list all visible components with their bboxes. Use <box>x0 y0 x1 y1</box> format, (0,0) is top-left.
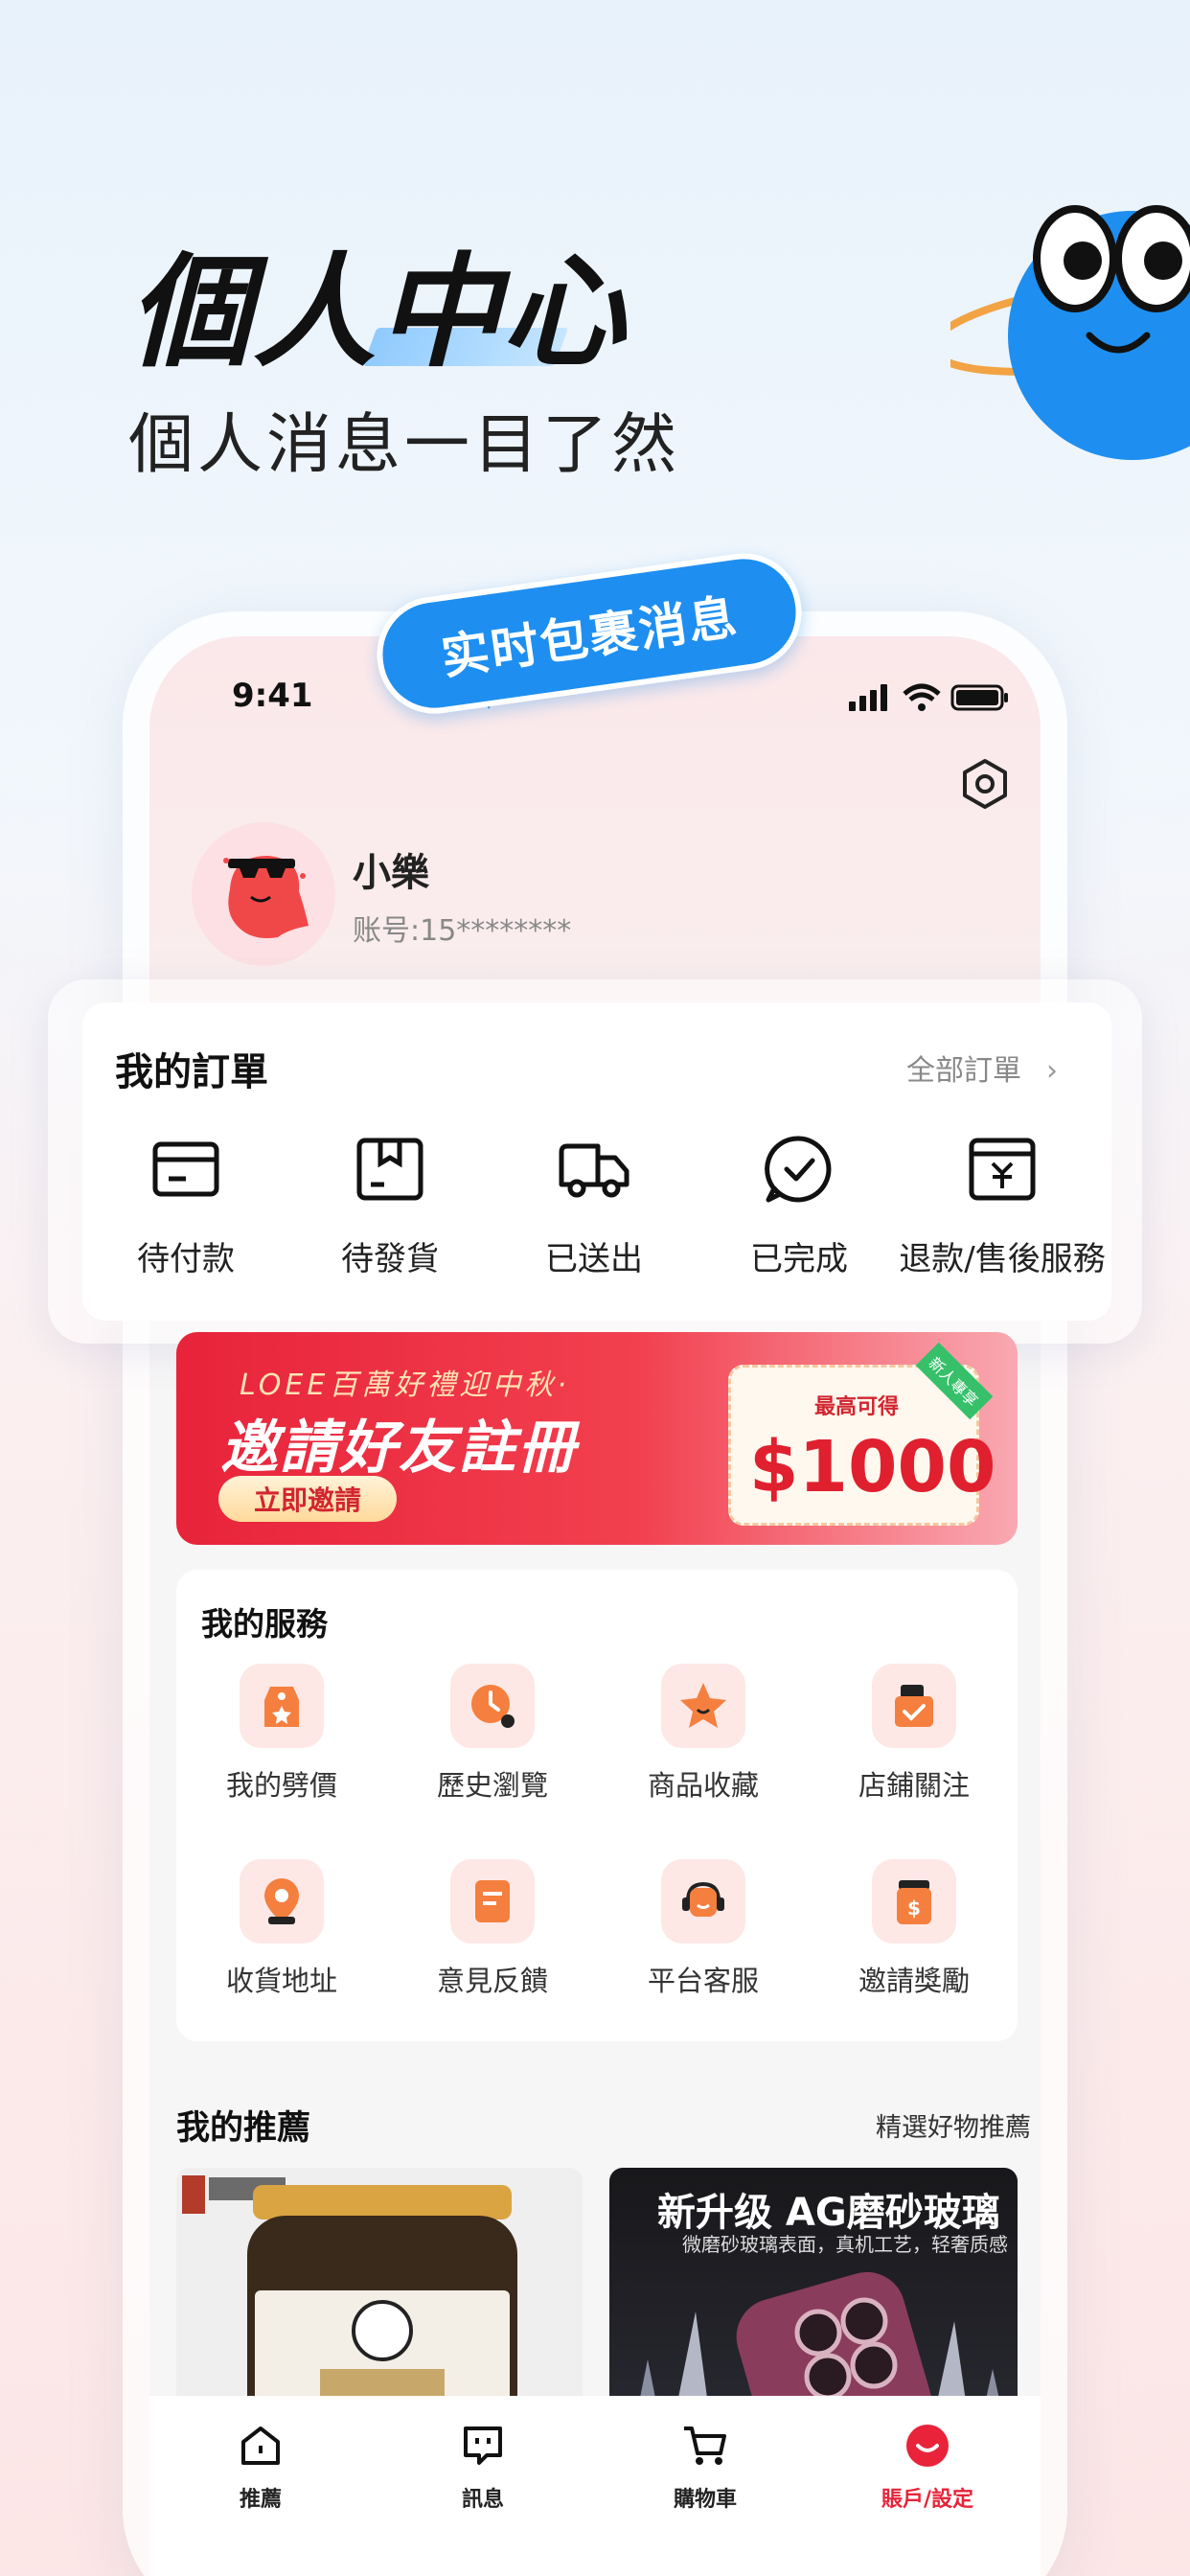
service-label: 店鋪關注 <box>858 1769 970 1802</box>
service-label: 收貨地址 <box>225 1965 337 1997</box>
tab-label: 訊息 <box>461 2488 504 2512</box>
user-account: 账号:15******** <box>353 914 572 948</box>
account-icon <box>906 2425 949 2467</box>
orders-title: 我的訂單 <box>115 1050 268 1094</box>
home-icon <box>241 2426 280 2465</box>
location-icon <box>264 1878 299 1924</box>
service-address[interactable]: 收貨地址 <box>186 1859 378 1999</box>
all-orders-link[interactable]: 全部訂單 <box>906 1046 1021 1089</box>
check-circle-icon <box>765 1136 832 1203</box>
banner-main-text: 邀請好友註冊 <box>220 1414 577 1482</box>
clock-icon <box>471 1685 515 1728</box>
tab-cart[interactable]: 購物車 <box>629 2421 782 2513</box>
service-favorites[interactable]: 商品收藏 <box>607 1664 799 1804</box>
product-2-subtitle: 微磨砂玻璃表面，真机工艺，轻奢质感 <box>682 2233 1008 2256</box>
service-label: 商品收藏 <box>647 1769 759 1802</box>
truck-icon <box>559 1143 629 1198</box>
service-feedback[interactable]: 意見反饋 <box>397 1859 588 1999</box>
headset-icon <box>682 1881 724 1917</box>
status-icons <box>849 683 1008 711</box>
svg-text:$: $ <box>907 1897 921 1920</box>
order-label: 退款/售後服務 <box>899 1240 1106 1278</box>
order-label: 待付款 <box>137 1240 235 1278</box>
user-name: 小樂 <box>353 851 429 895</box>
order-pending-payment[interactable]: 待付款 <box>80 1131 291 1279</box>
star-icon <box>680 1683 726 1728</box>
order-completed[interactable]: 已完成 <box>694 1131 904 1279</box>
order-label: 已送出 <box>545 1240 643 1278</box>
chevron-right-icon[interactable]: › <box>1046 1054 1058 1088</box>
order-refund-service[interactable]: 退款/售後服務 <box>897 1131 1108 1279</box>
service-bargain[interactable]: 我的劈價 <box>186 1664 378 1804</box>
coupon-amount: $1000 <box>749 1426 996 1508</box>
store-check-icon <box>895 1685 933 1727</box>
card-icon <box>152 1141 219 1197</box>
recommend-title: 我的推薦 <box>176 2109 311 2148</box>
order-shipped[interactable]: 已送出 <box>489 1131 699 1279</box>
status-time: 9:41 <box>232 677 313 715</box>
service-label: 意見反饋 <box>436 1965 548 1997</box>
box-icon <box>356 1138 423 1201</box>
settings-icon[interactable] <box>958 757 1012 811</box>
mascot-icon <box>950 205 1190 460</box>
services-title: 我的服務 <box>201 1605 328 1643</box>
cart-icon <box>684 2426 726 2465</box>
tab-label: 購物車 <box>673 2488 737 2512</box>
coupon-top-text: 最高可得 <box>814 1395 900 1419</box>
tag-icon <box>264 1687 299 1727</box>
order-pending-shipment[interactable]: 待發貨 <box>285 1131 495 1279</box>
tab-recommend[interactable]: 推薦 <box>184 2421 337 2513</box>
hero-title: 個人中心 <box>128 242 628 384</box>
service-followed-stores[interactable]: 店鋪關注 <box>818 1664 1010 1804</box>
reward-icon: $ <box>897 1880 931 1924</box>
service-customer-support[interactable]: 平台客服 <box>607 1859 799 1999</box>
service-label: 平台客服 <box>647 1965 759 1997</box>
tab-label: 推薦 <box>239 2488 282 2512</box>
tab-label: 賬戶/設定 <box>881 2488 974 2512</box>
service-label: 歷史瀏覽 <box>436 1769 548 1802</box>
tab-messages[interactable]: 訊息 <box>406 2421 560 2513</box>
invite-now-button[interactable]: 立即邀請 <box>218 1476 397 1522</box>
service-invite-reward[interactable]: $ 邀請獎勵 <box>818 1859 1010 1999</box>
message-icon <box>464 2426 502 2465</box>
feedback-icon <box>475 1880 510 1922</box>
order-label: 已完成 <box>750 1240 848 1278</box>
service-history[interactable]: 歷史瀏覽 <box>397 1664 588 1804</box>
refund-icon <box>969 1138 1036 1201</box>
hero-subtitle: 個人消息一目了然 <box>128 407 681 483</box>
tab-account[interactable]: 賬戶/設定 <box>851 2421 1004 2513</box>
recommend-more-link[interactable]: 精選好物推薦 <box>876 2106 1031 2144</box>
banner-top-text: LOEE百萬好禮迎中秋· <box>240 1368 570 1402</box>
service-label: 我的劈價 <box>225 1769 337 1802</box>
order-label: 待發貨 <box>341 1240 439 1278</box>
avatar[interactable] <box>192 822 335 966</box>
service-label: 邀請獎勵 <box>858 1965 970 1997</box>
